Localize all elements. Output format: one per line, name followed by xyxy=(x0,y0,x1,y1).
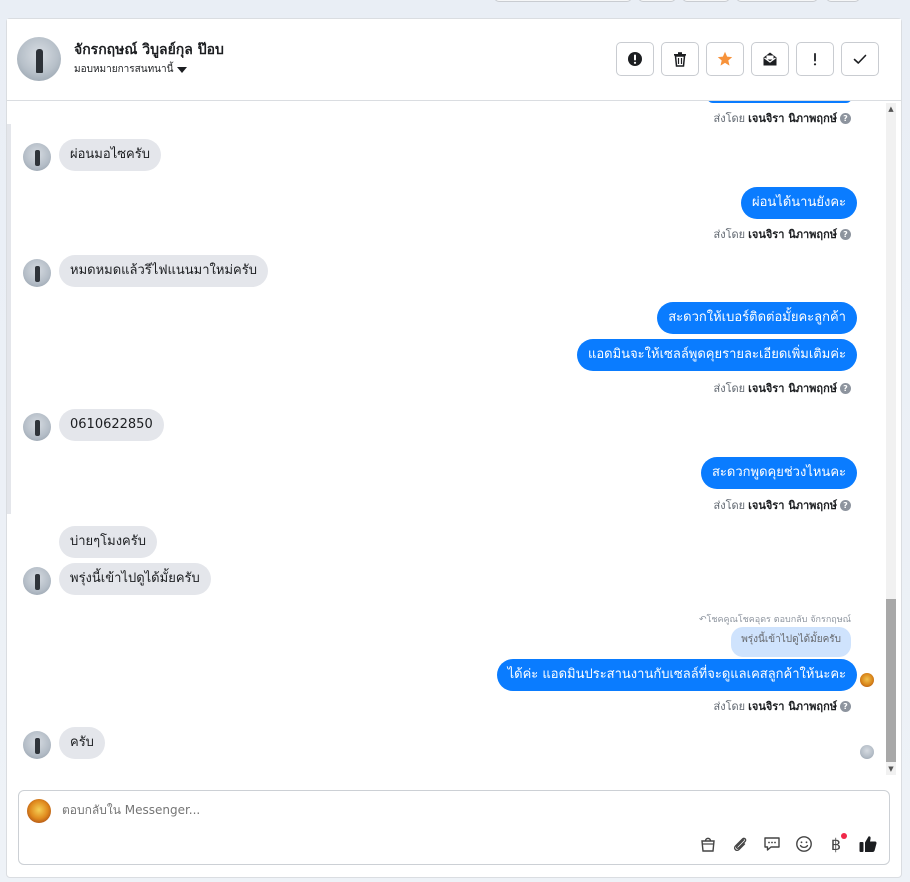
done-button[interactable] xyxy=(841,42,879,76)
window-top-strip xyxy=(0,0,910,18)
page-avatar xyxy=(27,799,51,823)
contact-name[interactable]: จักรกฤษณ์ วิบูลย์กุล ป๊อบ xyxy=(74,39,224,61)
reply-arrow-icon: ↶ xyxy=(698,615,707,625)
incoming-message[interactable]: ครับ xyxy=(59,727,105,759)
contact-avatar[interactable] xyxy=(17,37,61,81)
scroll-up-arrow[interactable]: ▲ xyxy=(887,105,895,113)
message-bubble-partial xyxy=(707,101,852,103)
reply-context-note: ↶โชคคูณโชคอุดร ตอบกลับ จักรกฤษณ์ xyxy=(699,612,851,626)
sent-by-label: ส่งโดย เจนจิรา นิภาพฤกษ์ ? xyxy=(714,496,851,514)
outgoing-message[interactable]: แอดมินจะให้เซลล์พูดคุยรายละเอียดเพิ่มเติ… xyxy=(576,339,857,371)
baht-symbol: ฿ xyxy=(830,834,842,854)
sent-by-label: ส่งโดย เจนจิรา นิภาพฤกษ์ ? xyxy=(714,379,851,397)
incoming-message[interactable]: ผ่อนมอไซครับ xyxy=(59,139,161,171)
sent-by-label: ส่งโดย เจนจิรา นิภาพฤกษ์ ? xyxy=(714,225,851,243)
thumbs-up-icon[interactable] xyxy=(857,833,879,855)
sent-by-agent[interactable]: เจนจิรา นิภาพฤกษ์ xyxy=(748,697,837,715)
scrollbar-thumb[interactable] xyxy=(886,599,896,762)
sent-by-label: ส่งโดย เจนจิรา นิภาพฤกษ์ ? xyxy=(714,697,851,715)
sent-by-label: ส่งโดย เจนจิรา นิภาพฤกษ์ ? xyxy=(714,109,851,127)
reply-input[interactable] xyxy=(62,803,662,817)
star-icon xyxy=(717,51,733,66)
sent-by-prefix: ส่งโดย xyxy=(713,499,746,512)
seen-avatar xyxy=(860,745,874,759)
contact-avatar-small[interactable] xyxy=(23,143,51,171)
help-icon[interactable]: ? xyxy=(840,382,851,394)
trash-icon xyxy=(674,52,686,67)
sent-by-agent[interactable]: เจนจิรา นิภาพฤกษ์ xyxy=(748,225,837,243)
outgoing-message[interactable]: ได้ค่ะ แอดมินประสานงานกับเซลล์ที่จะดูแลเ… xyxy=(496,659,857,691)
outgoing-message[interactable]: สะดวกพูดคุยช่วงไหนคะ xyxy=(701,457,857,489)
alert-circle-icon xyxy=(628,52,642,66)
sent-by-prefix: ส่งโดย xyxy=(713,382,746,395)
bag-icon[interactable] xyxy=(697,833,719,855)
reply-composer: ฿ xyxy=(18,790,890,865)
incoming-message[interactable]: หมดหมดแล้วรีไฟแนนมาใหม่ครับ xyxy=(59,255,268,287)
reply-context-label: โชคคูณโชคอุดร ตอบกลับ จักรกฤษณ์ xyxy=(706,615,851,625)
star-button[interactable] xyxy=(706,42,744,76)
conversation-panel: จักรกฤษณ์ วิบูลย์กุล ป๊อบ มอบหมายการสนทน… xyxy=(6,18,902,878)
incoming-message[interactable]: บ่ายๆโมงครับ xyxy=(59,526,157,558)
top-toolbar-button[interactable] xyxy=(826,0,860,2)
paperclip-icon[interactable] xyxy=(729,833,751,855)
assign-conversation[interactable]: มอบหมายการสนทนานี้ xyxy=(74,62,188,77)
outgoing-message[interactable]: ผ่อนได้นานยังคะ xyxy=(740,187,857,219)
message-list[interactable]: ส่งโดย เจนจิรา นิภาพฤกษ์ ? ผ่อนมอไซครับ … xyxy=(7,101,881,781)
exclamation-icon xyxy=(813,53,817,66)
seen-avatar xyxy=(860,673,874,687)
help-icon[interactable]: ? xyxy=(840,700,851,712)
envelope-open-icon xyxy=(763,52,777,66)
mark-unread-button[interactable] xyxy=(751,42,789,76)
help-icon[interactable]: ? xyxy=(840,499,851,511)
sent-by-agent[interactable]: เจนจิรา นิภาพฤกษ์ xyxy=(748,379,837,397)
conversation-header: จักรกฤษณ์ วิบูลย์กุล ป๊อบ มอบหมายการสนทน… xyxy=(7,19,901,101)
sent-by-agent[interactable]: เจนจิรา นิภาพฤกษ์ xyxy=(748,109,837,127)
saved-reply-icon[interactable] xyxy=(761,833,783,855)
incoming-message[interactable]: 0610622850 xyxy=(59,409,164,441)
top-toolbar-button[interactable] xyxy=(682,0,730,2)
composer-toolbar: ฿ xyxy=(697,833,879,855)
check-icon xyxy=(853,54,867,64)
follow-up-button[interactable] xyxy=(796,42,834,76)
help-icon[interactable]: ? xyxy=(840,112,851,124)
sent-by-prefix: ส่งโดย xyxy=(713,228,746,241)
notification-dot xyxy=(841,833,847,839)
sent-by-agent[interactable]: เจนจิรา นิภาพฤกษ์ xyxy=(748,496,837,514)
help-icon[interactable]: ? xyxy=(840,228,851,240)
sent-by-prefix: ส่งโดย xyxy=(713,112,746,125)
top-toolbar-button[interactable] xyxy=(494,0,632,2)
header-actions xyxy=(616,42,879,76)
sent-by-prefix: ส่งโดย xyxy=(713,700,746,713)
delete-button[interactable] xyxy=(661,42,699,76)
outgoing-message[interactable]: สะดวกให้เบอร์ติดต่อมั้ยคะลูกค้า xyxy=(657,302,857,334)
emoji-icon[interactable] xyxy=(793,833,815,855)
top-toolbar-button[interactable] xyxy=(638,0,676,2)
baht-icon[interactable]: ฿ xyxy=(825,833,847,855)
top-toolbar-button[interactable] xyxy=(736,0,818,2)
chevron-down-icon xyxy=(177,66,188,73)
scroll-down-arrow[interactable]: ▼ xyxy=(887,765,895,773)
assign-label: มอบหมายการสนทนานี้ xyxy=(74,64,174,75)
contact-avatar-small[interactable] xyxy=(23,259,51,287)
contact-avatar-small[interactable] xyxy=(23,413,51,441)
contact-avatar-small[interactable] xyxy=(23,731,51,759)
spam-button[interactable] xyxy=(616,42,654,76)
quoted-message[interactable]: พรุ่งนี้เข้าไปดูได้มั้ยครับ xyxy=(731,627,851,657)
incoming-message[interactable]: พรุ่งนี้เข้าไปดูได้มั้ยครับ xyxy=(59,563,211,595)
contact-avatar-small[interactable] xyxy=(23,567,51,595)
